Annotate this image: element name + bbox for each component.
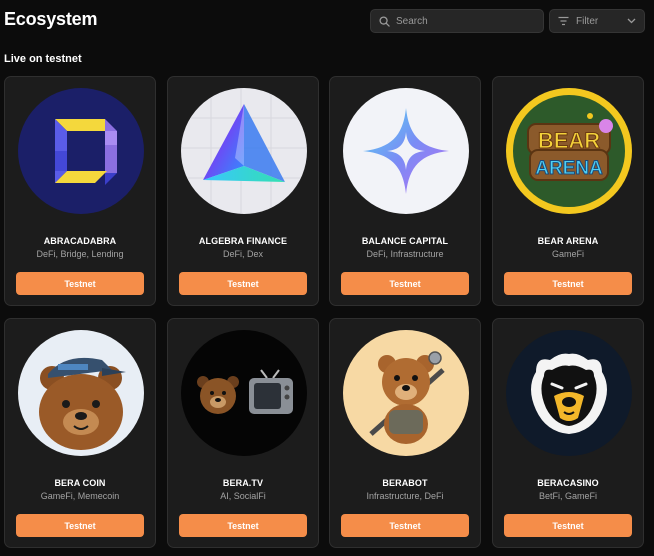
project-card[interactable]: ABRACADABRA DeFi, Bridge, Lending Testne… [4, 76, 156, 306]
abracadabra-logo-icon [18, 88, 144, 214]
project-card[interactable]: ALGEBRA FINANCE DeFi, Dex Testnet [167, 76, 319, 306]
section-title: Live on testnet [4, 53, 82, 65]
bera-coin-logo-icon [18, 330, 144, 456]
project-categories: AI, SocialFi [220, 491, 266, 501]
testnet-button[interactable]: Testnet [179, 272, 307, 295]
project-card[interactable]: BERACASINO BetFi, GameFi Testnet [492, 318, 644, 548]
berabot-logo-icon [343, 330, 469, 456]
project-card[interactable]: BERA COIN GameFi, Memecoin Testnet [4, 318, 156, 548]
testnet-button[interactable]: Testnet [16, 514, 144, 537]
svg-text:BEAR: BEAR [538, 128, 600, 153]
testnet-button[interactable]: Testnet [16, 272, 144, 295]
project-categories: GameFi, Memecoin [40, 491, 120, 501]
svg-text:ARENA: ARENA [535, 158, 603, 179]
testnet-button[interactable]: Testnet [504, 272, 632, 295]
search-box[interactable] [370, 9, 544, 33]
project-categories: GameFi [551, 249, 584, 259]
search-icon [379, 15, 390, 27]
project-name: BERA COIN [54, 478, 106, 488]
algebra-logo-icon [181, 88, 307, 214]
filter-icon [558, 16, 569, 26]
project-name: ALGEBRA FINANCE [198, 236, 288, 246]
testnet-button[interactable]: Testnet [341, 514, 469, 537]
project-card[interactable]: BERA.TV AI, SocialFi Testnet [167, 318, 319, 548]
filter-dropdown[interactable]: Filter [549, 9, 645, 33]
bera-tv-logo-icon [181, 330, 307, 456]
project-card[interactable]: BEAR ARENA BEAR ARENA GameFi Testnet [492, 76, 644, 306]
project-name: BALANCE CAPITAL [361, 236, 449, 246]
project-card[interactable]: BERABOT Infrastructure, DeFi Testnet [329, 318, 481, 548]
testnet-button[interactable]: Testnet [341, 272, 469, 295]
balance-capital-logo-icon [343, 88, 469, 214]
project-categories: DeFi, Bridge, Lending [36, 249, 124, 259]
project-name: BERABOT [382, 478, 428, 488]
testnet-button[interactable]: Testnet [504, 514, 632, 537]
header: Ecosystem Filter [0, 0, 654, 44]
project-name: ABRACADABRA [43, 236, 117, 246]
project-name: BEAR ARENA [537, 236, 599, 246]
page-title: Ecosystem [4, 9, 98, 29]
project-categories: BetFi, GameFi [538, 491, 597, 501]
project-categories: DeFi, Dex [222, 249, 263, 259]
project-name: BERACASINO [537, 478, 599, 488]
project-name: BERA.TV [222, 478, 264, 488]
project-categories: Infrastructure, DeFi [366, 491, 444, 501]
filter-label: Filter [576, 15, 599, 27]
bear-arena-logo-icon: BEAR ARENA [506, 88, 632, 214]
project-card[interactable]: BALANCE CAPITAL DeFi, Infrastructure Tes… [329, 76, 481, 306]
beracasino-logo-icon [506, 330, 632, 456]
project-categories: DeFi, Infrastructure [366, 249, 444, 259]
testnet-button[interactable]: Testnet [179, 514, 307, 537]
search-input[interactable] [396, 15, 536, 27]
chevron-down-icon [627, 18, 636, 24]
